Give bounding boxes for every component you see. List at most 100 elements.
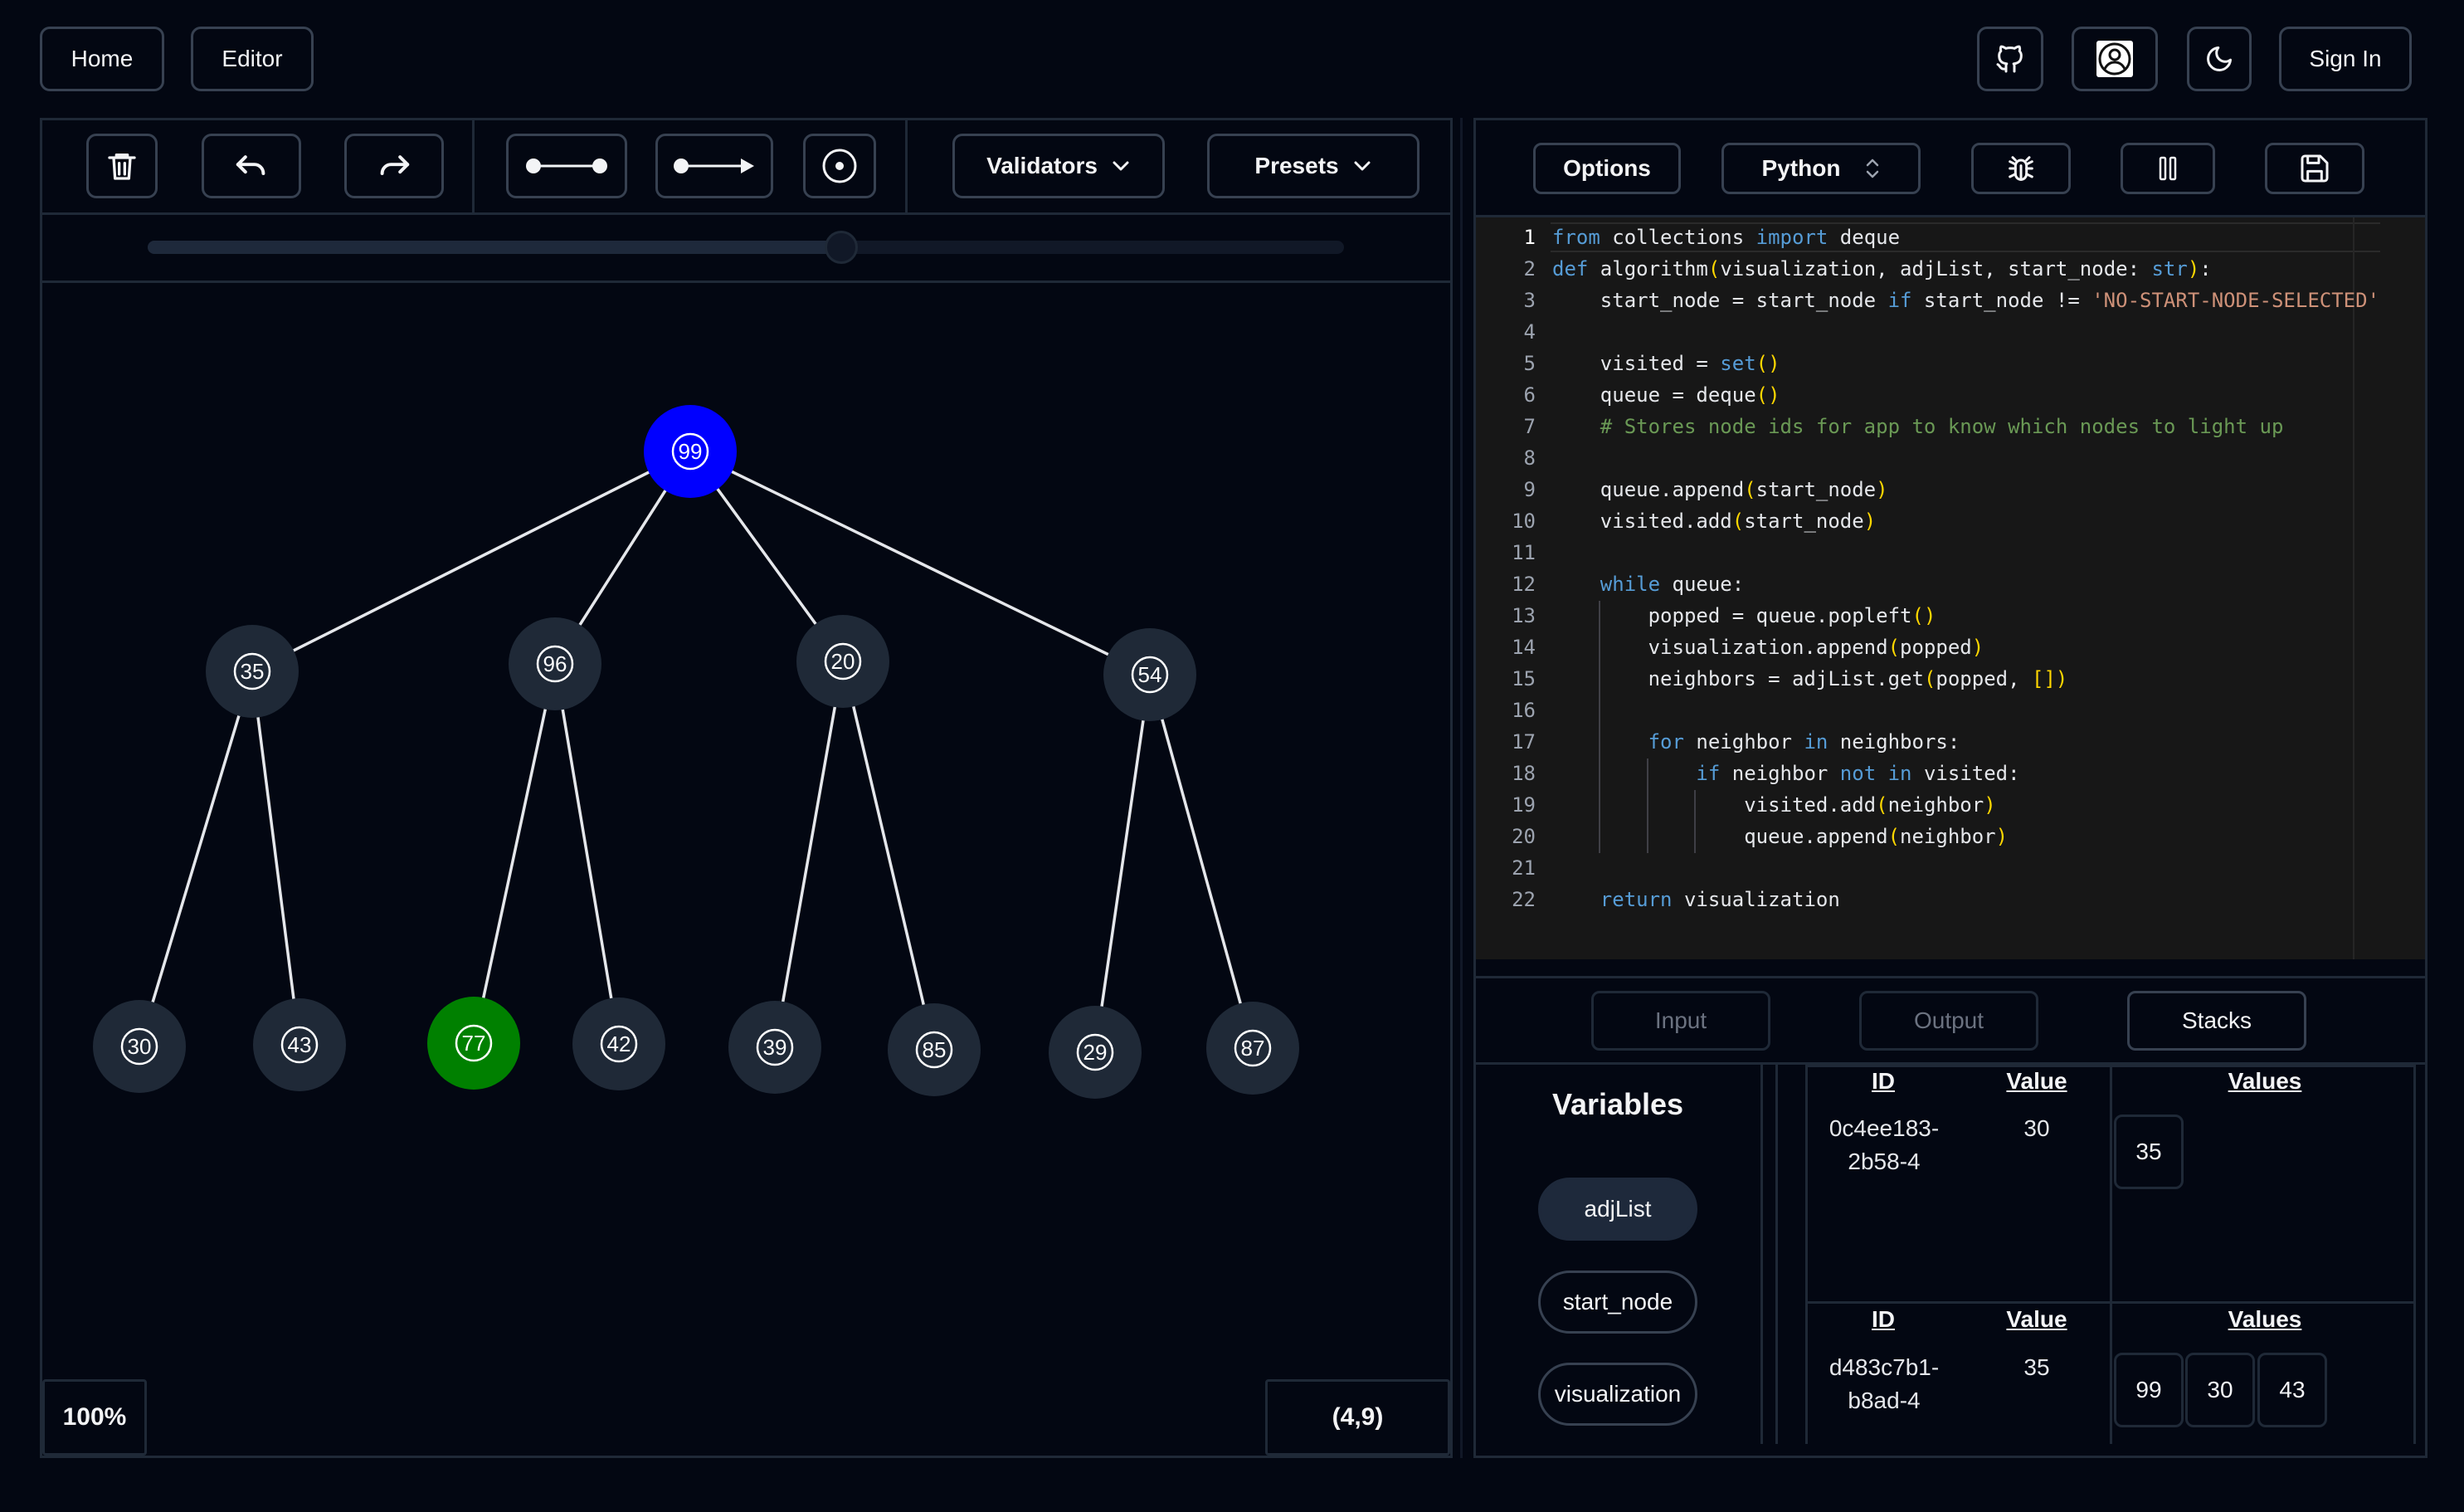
graph-node-label: 85 (923, 1037, 947, 1062)
undo-icon (236, 155, 265, 175)
graph-node[interactable]: 96 (509, 617, 601, 710)
code-line[interactable]: neighbors = adjList.get(popped, []) (1552, 664, 2068, 694)
line-number: 16 (1512, 699, 1536, 722)
stack-row-id: 0c4ee183- 2b58-4 (1829, 1115, 1940, 1174)
line-number: 5 (1523, 352, 1536, 375)
line-number: 13 (1512, 604, 1536, 627)
line-number: 4 (1523, 320, 1536, 344)
home-button[interactable]: Home (40, 27, 164, 91)
graph-edge[interactable] (773, 661, 845, 1048)
save-button[interactable] (2265, 143, 2364, 194)
variables-divider (1775, 1065, 1778, 1444)
graph-node[interactable]: 87 (1206, 1002, 1299, 1095)
graph-edge[interactable] (1093, 674, 1152, 1053)
graph-node[interactable]: 39 (728, 1001, 821, 1094)
stack-row-value: 30 (2023, 1115, 2050, 1141)
cursor-coordinates: (4,9) (1265, 1379, 1450, 1456)
validators-dropdown[interactable]: Validators (952, 134, 1165, 198)
sign-in-button[interactable]: Sign In (2279, 27, 2412, 91)
graph-node-label: 39 (763, 1035, 787, 1060)
editor-button[interactable]: Editor (191, 27, 314, 91)
tab-output[interactable]: Output (1859, 991, 2038, 1051)
stack-frame-divider (2110, 1301, 2112, 1444)
line-number: 9 (1523, 478, 1536, 501)
stack-value-cell: 35 (2114, 1114, 2184, 1189)
scrollbar-track[interactable] (2353, 217, 2354, 959)
select-node-button[interactable] (803, 134, 876, 198)
code-line[interactable]: while queue: (1552, 569, 1744, 599)
options-button[interactable]: Options (1533, 143, 1681, 194)
panel-splitter[interactable] (1460, 118, 1463, 1458)
stack-header-id: ID (1872, 1306, 1895, 1332)
graph-node[interactable]: 99 (644, 405, 737, 498)
line-number: 20 (1512, 825, 1536, 848)
redo-button[interactable] (344, 134, 444, 198)
code-line[interactable]: visualization.append(popped) (1552, 632, 1984, 662)
code-editor[interactable]: 1 from collections import deque 2 def algor… (1476, 217, 2425, 959)
profile-button[interactable] (2072, 27, 2158, 91)
code-line[interactable]: queue = deque() (1552, 380, 1780, 410)
language-select[interactable]: Python (1721, 143, 1921, 194)
code-line[interactable]: queue.append(start_node) (1552, 475, 1888, 505)
line-number: 19 (1512, 793, 1536, 817)
graph-node[interactable]: 85 (888, 1003, 981, 1096)
graph-node[interactable]: 43 (253, 998, 346, 1091)
code-line[interactable]: visited.add(start_node) (1552, 506, 1876, 536)
variable-adjlist[interactable]: adjList (1538, 1178, 1697, 1241)
tab-input[interactable]: Input (1591, 991, 1770, 1051)
code-line[interactable]: # Stores node ids for app to know which … (1552, 412, 2284, 441)
variable-visualization[interactable]: visualization (1538, 1363, 1697, 1426)
indent-guide (1694, 790, 1697, 853)
graph-edge[interactable] (472, 663, 557, 1044)
code-line[interactable]: visited.add(neighbor) (1552, 790, 1995, 820)
graph-edge[interactable] (251, 450, 691, 673)
bug-icon (2009, 156, 2033, 181)
toolbar-separator (472, 118, 475, 212)
graph-edge[interactable] (689, 450, 1151, 676)
graph-node[interactable]: 42 (572, 997, 665, 1090)
variable-start-node[interactable]: start_node (1538, 1271, 1697, 1334)
step-slider[interactable] (148, 231, 1344, 264)
code-line[interactable]: visited = set() (1552, 349, 1780, 378)
theme-toggle-button[interactable] (2187, 27, 2252, 91)
graph-node-label: 99 (679, 439, 703, 464)
graph-edge[interactable] (841, 661, 936, 1051)
tab-stacks[interactable]: Stacks (2127, 991, 2306, 1051)
presets-dropdown[interactable]: Presets (1207, 134, 1419, 198)
undirected-edge-button[interactable] (506, 134, 627, 198)
github-icon (1996, 45, 2023, 73)
code-line[interactable]: if neighbor not in visited: (1552, 758, 2019, 788)
save-icon (2301, 154, 2329, 183)
graph-node[interactable]: 77 (427, 997, 520, 1090)
graph-edge[interactable] (553, 663, 621, 1045)
debug-button[interactable] (1971, 143, 2071, 194)
code-line[interactable]: for neighbor in neighbors: (1552, 727, 1960, 757)
code-line[interactable]: def algorithm(visualization, adjList, st… (1552, 254, 2212, 284)
code-line[interactable]: popped = queue.popleft() (1552, 601, 1936, 631)
graph-edge[interactable] (1148, 674, 1254, 1049)
graph-node[interactable]: 54 (1103, 628, 1196, 721)
pause-button[interactable] (2121, 143, 2215, 194)
delete-button[interactable] (86, 134, 158, 198)
stack-frame-divider (2110, 1065, 2112, 1304)
github-button[interactable] (1977, 27, 2043, 91)
indent-guide (1598, 601, 1600, 853)
step-slider-fill (148, 241, 842, 254)
stack-value-cell: 99 (2114, 1353, 2184, 1427)
graph-edge[interactable] (251, 671, 301, 1046)
graph-node[interactable]: 29 (1049, 1006, 1142, 1099)
code-line[interactable]: from collections import deque (1552, 222, 1900, 252)
stack-value-cell: 30 (2185, 1353, 2255, 1427)
code-line[interactable]: return visualization (1552, 885, 1840, 915)
code-line[interactable]: queue.append(neighbor) (1552, 822, 2008, 851)
variables-title: Variables (1551, 1087, 1684, 1121)
graph-node[interactable]: 20 (796, 615, 889, 708)
code-line[interactable]: start_node = start_node if start_node !=… (1552, 285, 2379, 315)
undo-button[interactable] (202, 134, 301, 198)
graph-node[interactable]: 35 (206, 625, 299, 718)
user-avatar-icon (2096, 41, 2133, 77)
graph-canvas[interactable]: 99 35 96 20 54 30 43 77 42 39 85 29 87 (42, 283, 1450, 1456)
directed-edge-button[interactable] (655, 134, 773, 198)
graph-edge[interactable] (138, 671, 254, 1047)
graph-node[interactable]: 30 (93, 1000, 186, 1093)
